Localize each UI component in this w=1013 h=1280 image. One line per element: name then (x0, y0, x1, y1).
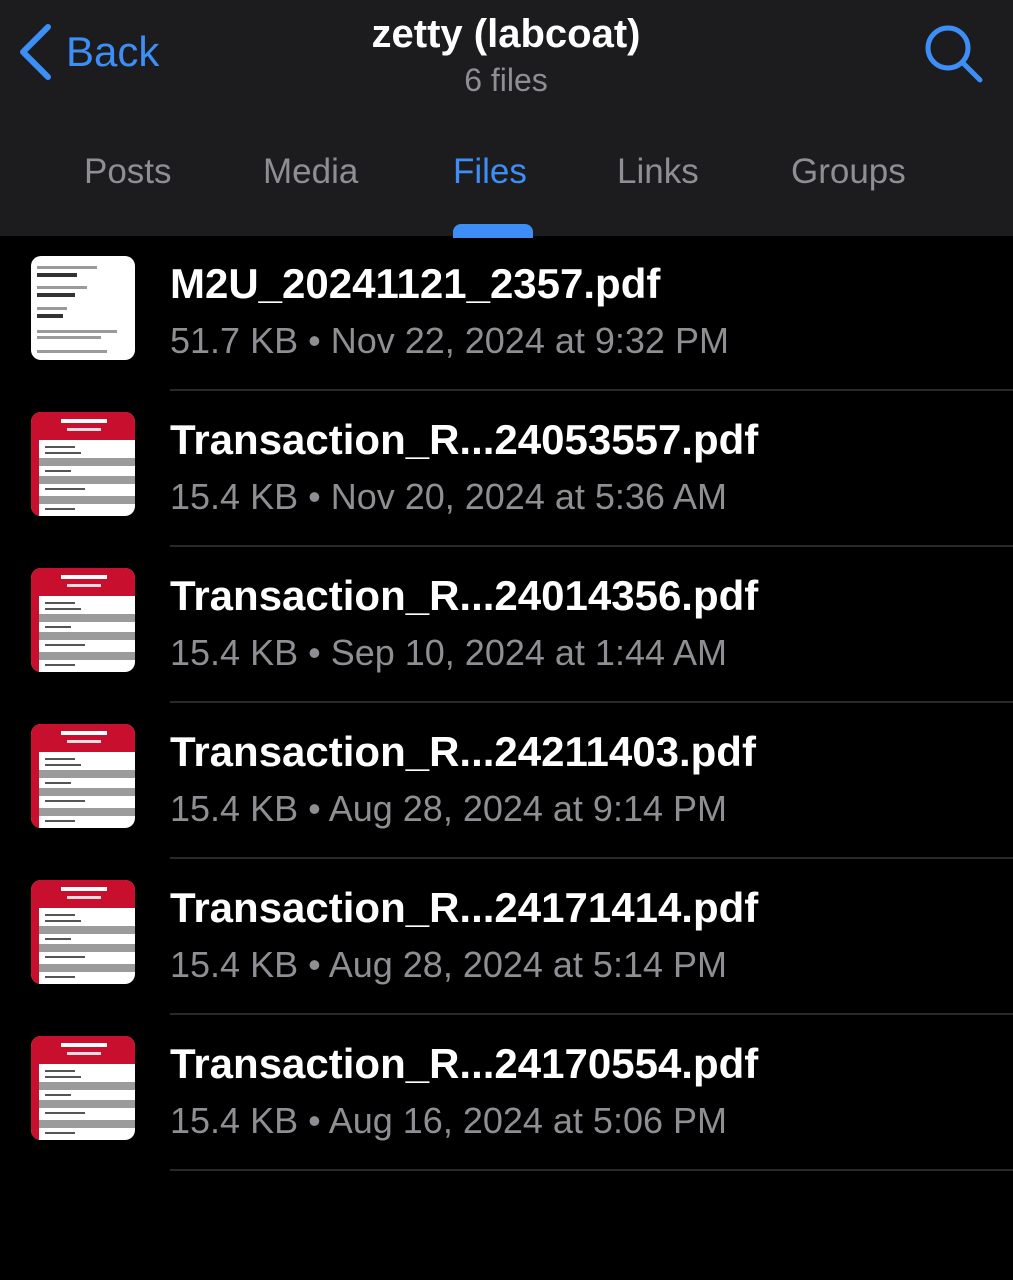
back-label: Back (66, 28, 160, 75)
row-divider (170, 857, 1013, 859)
search-button[interactable] (922, 22, 986, 86)
top-bar: Back zetty (labcoat) 6 files Posts Media… (0, 0, 1013, 238)
file-thumbnail (31, 412, 135, 516)
file-thumbnail (31, 256, 135, 360)
file-meta: 15.4 KB • Aug 16, 2024 at 5:06 PM (170, 1100, 727, 1141)
file-meta: 15.4 KB • Sep 10, 2024 at 1:44 AM (170, 632, 727, 673)
search-icon (922, 25, 986, 90)
tab-posts[interactable]: Posts (84, 150, 172, 194)
row-divider (170, 1169, 1013, 1171)
file-name: Transaction_R...24053557.pdf (170, 416, 759, 463)
row-divider (170, 545, 1013, 547)
file-thumbnail (31, 568, 135, 672)
tab-files[interactable]: Files (453, 150, 527, 194)
file-meta: 51.7 KB • Nov 22, 2024 at 9:32 PM (170, 320, 729, 361)
file-thumbnail (31, 1036, 135, 1140)
file-name: Transaction_R...24211403.pdf (170, 728, 756, 775)
file-row[interactable]: Transaction_R...24211403.pdf 15.4 KB • A… (0, 704, 1013, 860)
tab-links[interactable]: Links (617, 150, 699, 194)
file-meta: 15.4 KB • Aug 28, 2024 at 9:14 PM (170, 788, 727, 829)
file-meta: 15.4 KB • Nov 20, 2024 at 5:36 AM (170, 476, 727, 517)
page-title: zetty (labcoat) (371, 12, 641, 56)
row-divider (170, 389, 1013, 391)
file-row[interactable]: Transaction_R...24170554.pdf 15.4 KB • A… (0, 1016, 1013, 1172)
tab-groups[interactable]: Groups (791, 150, 906, 194)
file-name: M2U_20241121_2357.pdf (170, 260, 661, 307)
row-divider (170, 1013, 1013, 1015)
tab-media[interactable]: Media (263, 150, 358, 194)
file-row[interactable]: Transaction_R...24171414.pdf 15.4 KB • A… (0, 860, 1013, 1016)
file-row[interactable]: Transaction_R...24053557.pdf 15.4 KB • N… (0, 392, 1013, 548)
tab-bar: Posts Media Files Links Groups (0, 140, 1013, 238)
file-name: Transaction_R...24171414.pdf (170, 884, 759, 931)
row-divider (170, 701, 1013, 703)
file-thumbnail (31, 880, 135, 984)
back-button[interactable]: Back (18, 22, 159, 82)
file-row[interactable]: Transaction_R...24014356.pdf 15.4 KB • S… (0, 548, 1013, 704)
file-meta: 15.4 KB • Aug 28, 2024 at 5:14 PM (170, 944, 727, 985)
title-block: zetty (labcoat) 6 files (256, 8, 756, 100)
file-count: 6 files (464, 62, 548, 98)
file-thumbnail (31, 724, 135, 828)
file-name: Transaction_R...24170554.pdf (170, 1040, 759, 1087)
file-name: Transaction_R...24014356.pdf (170, 572, 759, 619)
chevron-left-icon (18, 23, 52, 81)
file-list: M2U_20241121_2357.pdf 51.7 KB • Nov 22, … (0, 236, 1013, 1172)
file-row[interactable]: M2U_20241121_2357.pdf 51.7 KB • Nov 22, … (0, 236, 1013, 392)
